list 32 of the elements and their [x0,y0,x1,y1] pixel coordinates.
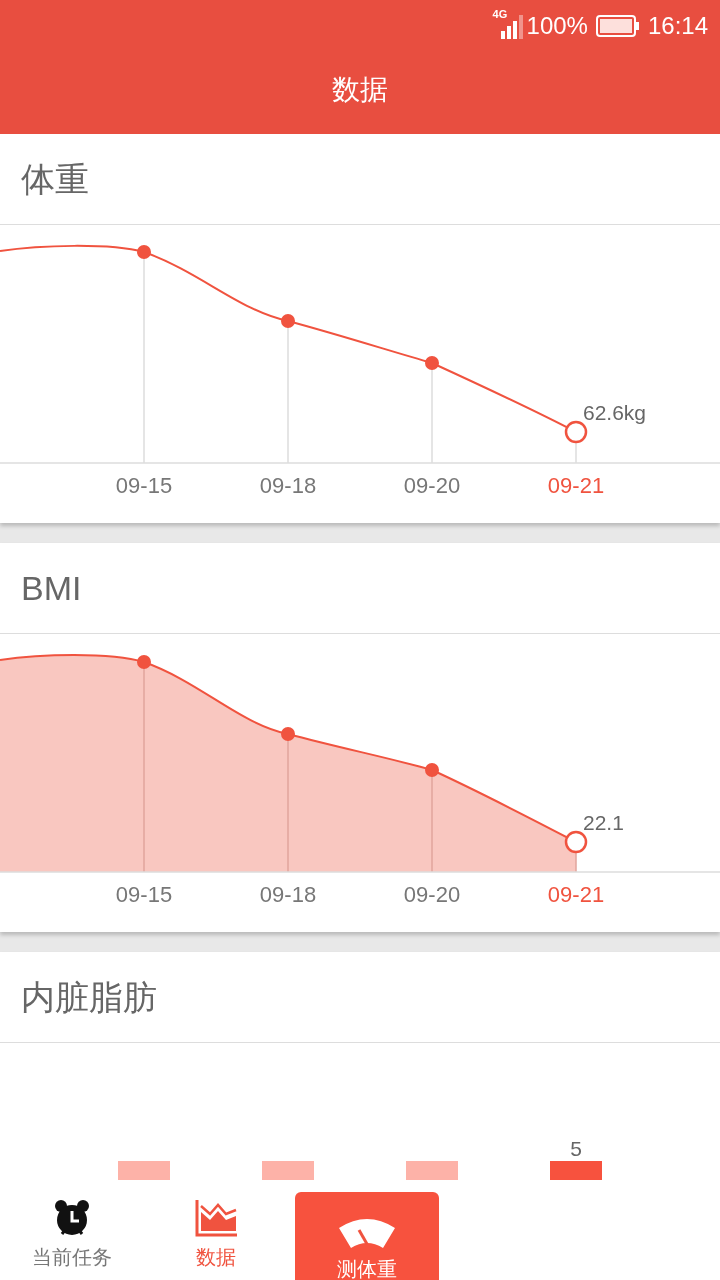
header-title: 数据 [331,73,389,107]
data-point [425,356,439,370]
x-axis-label: 09-18 [259,473,317,498]
card-title: BMI [21,567,82,609]
x-axis-label: 09-20 [403,473,461,498]
x-axis-label: 09-15 [115,882,173,907]
alarm-clock-icon [52,1198,92,1238]
x-axis-label: 09-15 [115,473,173,498]
weigh-button[interactable]: 测体重 [295,1192,439,1280]
selected-point [564,830,588,854]
gauge-icon [337,1216,397,1250]
battery-icon [595,14,640,38]
x-axis-label: 09-20 [403,882,461,907]
data-point [281,314,295,328]
value-label: 62.6kg [583,401,647,424]
nav-tab[interactable]: 当前任务 [0,1180,144,1280]
battery-percent: 100% [526,11,588,41]
data-point [425,763,439,777]
card-title: 体重 [21,158,89,200]
data-point [137,245,151,259]
clock-time: 16:14 [647,11,708,41]
bar-value-label: 5 [570,1137,582,1160]
data-point [281,727,295,741]
card-title: 内脏脂肪 [21,976,157,1018]
x-axis-label: 09-21 [547,473,605,498]
value-label: 22.1 [583,811,624,834]
x-axis-label: 09-18 [259,882,317,907]
x-axis-label: 09-21 [547,882,605,907]
area-chart-icon [194,1198,238,1238]
nav-tab[interactable]: 数据 [144,1180,288,1280]
data-point [137,655,151,669]
network-type: 4G [492,7,508,22]
